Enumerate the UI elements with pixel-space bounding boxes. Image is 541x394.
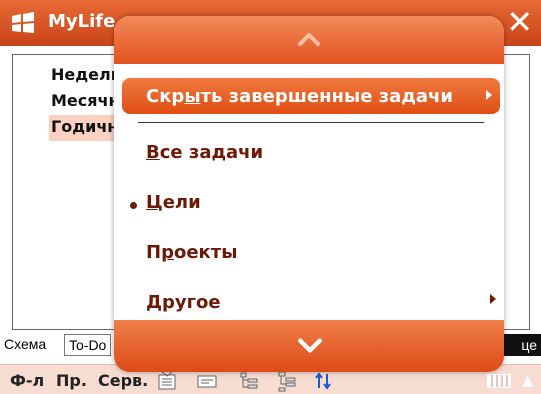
tree-outline-icon[interactable] [238, 370, 260, 392]
tab-todo[interactable]: To-Do [64, 334, 112, 356]
menu-separator [138, 122, 484, 123]
chevron-up-icon [298, 33, 320, 46]
checked-bullet-icon [130, 202, 137, 209]
scroll-up-button[interactable] [114, 16, 504, 64]
menu-item-label: Скрыть завершенные задачи [146, 86, 453, 107]
chevron-down-icon [298, 338, 322, 353]
keyboard-icon[interactable] [487, 374, 511, 388]
menu-item-label: Цели [146, 192, 201, 213]
card-icon[interactable] [196, 370, 218, 392]
menu-item-hide-completed[interactable]: Скрыть завершенные задачи [122, 78, 500, 114]
menu-file[interactable]: Ф-л [10, 371, 44, 390]
menu-tools[interactable]: Серв. [98, 371, 148, 390]
view-popup-menu: Скрыть завершенные задачи Все задачи Цел… [114, 16, 504, 372]
list-item-label: Месячн [51, 91, 120, 110]
windows-logo-icon[interactable] [10, 12, 36, 34]
list-item-label: Годичн [51, 117, 119, 136]
app-title: MyLife [48, 11, 116, 32]
menu-item-goals[interactable]: Цели [114, 180, 504, 224]
submenu-arrow-icon [490, 294, 496, 304]
tab-schema[interactable]: Схема [0, 334, 50, 356]
menu-item-projects[interactable]: Проекты [114, 230, 504, 274]
submenu-arrow-icon [486, 90, 492, 100]
input-panel-arrow-icon[interactable]: ▲ [522, 373, 533, 389]
menu-item-label: Другое [146, 292, 221, 313]
list-item-label: Недель [51, 65, 121, 84]
tree-indent-icon[interactable] [276, 370, 298, 392]
menu-item-other[interactable]: Другое [114, 280, 504, 324]
menu-item-label: Проекты [146, 242, 238, 263]
close-button[interactable]: ✕ [506, 4, 533, 40]
scroll-down-button[interactable] [114, 320, 504, 372]
menu-item-all-tasks[interactable]: Все задачи [114, 130, 504, 174]
sort-arrows-icon[interactable] [312, 370, 334, 392]
task-list-icon[interactable] [156, 370, 178, 392]
menu-edit[interactable]: Пр. [56, 371, 87, 390]
menu-item-label: Все задачи [146, 142, 264, 163]
